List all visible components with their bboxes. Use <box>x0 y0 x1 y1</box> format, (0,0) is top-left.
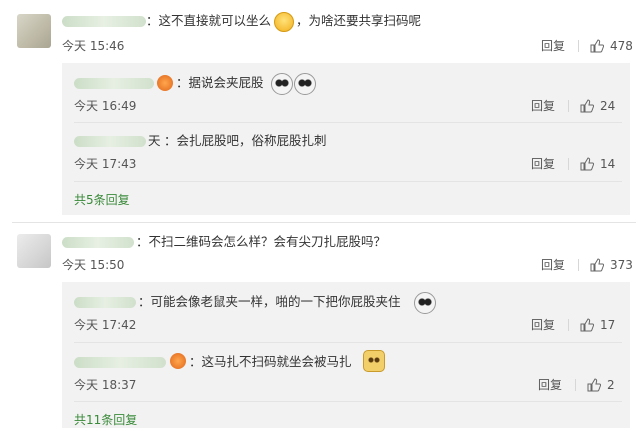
panda-face-emoji-icon <box>294 73 316 95</box>
panda-face-emoji-icon <box>271 73 293 95</box>
panda-face-emoji-icon <box>414 292 436 314</box>
like-button[interactable]: 17 <box>580 318 615 332</box>
username-blurred[interactable] <box>62 237 134 248</box>
divider <box>568 319 569 331</box>
divider <box>578 259 579 271</box>
reply-time: 今天 18:37 <box>74 378 137 392</box>
like-count: 14 <box>600 157 616 171</box>
username-blurred[interactable] <box>74 78 154 89</box>
comment-time: 今天 15:46 <box>62 39 125 53</box>
like-count: 373 <box>610 258 633 272</box>
username-blurred[interactable] <box>74 136 146 147</box>
comment-text: ：不扫二维码会怎么样？会有尖刀扎屁股吗？ <box>136 234 387 249</box>
reply-button[interactable]: 回复 <box>531 157 555 171</box>
like-button[interactable]: 14 <box>580 157 615 171</box>
comment-text-continued: ，为啥还要共享扫码呢 <box>296 13 422 28</box>
like-button[interactable]: 478 <box>590 39 633 53</box>
divider <box>74 122 622 123</box>
thumbs-up-icon <box>590 39 605 53</box>
divider <box>74 181 622 182</box>
divider <box>74 342 622 343</box>
like-button[interactable]: 373 <box>590 258 633 272</box>
comment-text: ：这不直接就可以坐么 <box>146 13 272 28</box>
reply-button[interactable]: 回复 <box>541 39 565 53</box>
doge-emoji-icon <box>363 350 385 372</box>
thumbs-up-icon <box>590 258 605 272</box>
comment-divider <box>12 222 636 223</box>
reply-button[interactable]: 回复 <box>538 378 562 392</box>
divider <box>568 158 569 170</box>
thumbs-up-icon <box>587 378 602 392</box>
divider <box>578 40 579 52</box>
username-blurred[interactable] <box>62 16 146 27</box>
divider <box>74 401 622 402</box>
view-more-replies-link[interactable]: 共11条回复 <box>74 413 137 427</box>
like-button[interactable]: 24 <box>580 99 615 113</box>
like-count: 24 <box>600 99 616 113</box>
like-count: 2 <box>607 378 615 392</box>
thumbs-up-icon <box>580 157 595 171</box>
reply-time: 今天 17:42 <box>74 318 137 332</box>
view-more-replies-link[interactable]: 共5条回复 <box>74 193 130 207</box>
reply-text: ：这马扎不扫码就坐会被马扎 <box>189 354 352 369</box>
fan-badge-icon <box>170 353 186 369</box>
divider <box>568 100 569 112</box>
like-count: 17 <box>600 318 616 332</box>
like-button[interactable]: 2 <box>587 378 615 392</box>
reply-button[interactable]: 回复 <box>541 258 565 272</box>
like-count: 478 <box>610 39 633 53</box>
reply-text: ：会扎屁股吧，俗称屁股扎刺 <box>164 133 327 148</box>
laughing-emoji-icon <box>274 12 294 32</box>
divider <box>575 379 576 391</box>
reply-text: ：据说会夹屁股 <box>176 75 264 90</box>
username-blurred[interactable] <box>74 357 166 368</box>
username-blurred[interactable] <box>74 297 136 308</box>
avatar[interactable] <box>17 14 51 48</box>
reply-name-tail: 天 <box>148 133 161 148</box>
thumbs-up-icon <box>580 99 595 113</box>
fan-badge-icon <box>157 75 173 91</box>
reply-time: 今天 16:49 <box>74 99 137 113</box>
reply-button[interactable]: 回复 <box>531 318 555 332</box>
avatar[interactable] <box>17 234 51 268</box>
reply-time: 今天 17:43 <box>74 157 137 171</box>
reply-text: ：可能会像老鼠夹一样，啪的一下把你屁股夹住 <box>138 294 401 309</box>
reply-button[interactable]: 回复 <box>531 99 555 113</box>
comment-time: 今天 15:50 <box>62 258 125 272</box>
thumbs-up-icon <box>580 318 595 332</box>
